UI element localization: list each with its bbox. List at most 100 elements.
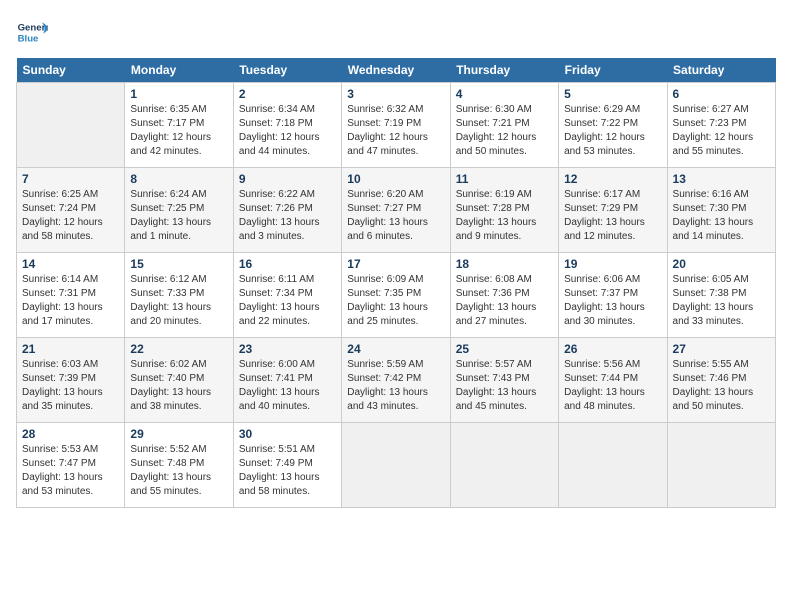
day-info: Sunrise: 6:25 AMSunset: 7:24 PMDaylight:…: [22, 188, 119, 244]
day-info: Sunrise: 5:57 AMSunset: 7:43 PMDaylight:…: [456, 358, 553, 414]
day-number: 17: [347, 257, 444, 271]
day-number: 10: [347, 172, 444, 186]
calendar-week-row: 14 Sunrise: 6:14 AMSunset: 7:31 PMDayligh…: [17, 253, 776, 338]
day-number: 7: [22, 172, 119, 186]
day-info: Sunrise: 5:55 AMSunset: 7:46 PMDaylight:…: [673, 358, 770, 414]
calendar-week-row: 7 Sunrise: 6:25 AMSunset: 7:24 PMDaylight…: [17, 168, 776, 253]
calendar-cell: 20 Sunrise: 6:05 AMSunset: 7:38 PMDayligh…: [667, 253, 775, 338]
day-info: Sunrise: 6:12 AMSunset: 7:33 PMDaylight:…: [130, 273, 227, 329]
day-info: Sunrise: 6:32 AMSunset: 7:19 PMDaylight:…: [347, 103, 444, 159]
day-info: Sunrise: 6:34 AMSunset: 7:18 PMDaylight:…: [239, 103, 336, 159]
logo: General Blue: [16, 16, 52, 48]
day-info: Sunrise: 6:16 AMSunset: 7:30 PMDaylight:…: [673, 188, 770, 244]
calendar-cell: 21 Sunrise: 6:03 AMSunset: 7:39 PMDayligh…: [17, 338, 125, 423]
calendar-cell: [559, 423, 667, 508]
calendar-cell: 9 Sunrise: 6:22 AMSunset: 7:26 PMDaylight…: [233, 168, 341, 253]
day-info: Sunrise: 5:53 AMSunset: 7:47 PMDaylight:…: [22, 443, 119, 499]
calendar-header-row: SundayMondayTuesdayWednesdayThursdayFrid…: [17, 58, 776, 83]
day-info: Sunrise: 6:19 AMSunset: 7:28 PMDaylight:…: [456, 188, 553, 244]
day-info: Sunrise: 6:03 AMSunset: 7:39 PMDaylight:…: [22, 358, 119, 414]
day-of-week-header: Monday: [125, 58, 233, 83]
day-info: Sunrise: 6:17 AMSunset: 7:29 PMDaylight:…: [564, 188, 661, 244]
day-number: 18: [456, 257, 553, 271]
day-number: 3: [347, 87, 444, 101]
day-info: Sunrise: 6:08 AMSunset: 7:36 PMDaylight:…: [456, 273, 553, 329]
page-header: General Blue: [16, 16, 776, 48]
day-number: 21: [22, 342, 119, 356]
day-info: Sunrise: 5:51 AMSunset: 7:49 PMDaylight:…: [239, 443, 336, 499]
calendar-cell: 23 Sunrise: 6:00 AMSunset: 7:41 PMDayligh…: [233, 338, 341, 423]
calendar-cell: 7 Sunrise: 6:25 AMSunset: 7:24 PMDaylight…: [17, 168, 125, 253]
day-number: 27: [673, 342, 770, 356]
day-number: 15: [130, 257, 227, 271]
day-info: Sunrise: 6:11 AMSunset: 7:34 PMDaylight:…: [239, 273, 336, 329]
day-number: 20: [673, 257, 770, 271]
calendar-cell: [17, 83, 125, 168]
day-number: 26: [564, 342, 661, 356]
calendar-cell: 4 Sunrise: 6:30 AMSunset: 7:21 PMDaylight…: [450, 83, 558, 168]
calendar-cell: 1Sunrise: 6:35 AMSunset: 7:17 PMDaylight…: [125, 83, 233, 168]
day-number: 23: [239, 342, 336, 356]
day-of-week-header: Thursday: [450, 58, 558, 83]
day-of-week-header: Friday: [559, 58, 667, 83]
calendar-cell: 26Sunrise: 5:56 AMSunset: 7:44 PMDayligh…: [559, 338, 667, 423]
day-info: Sunrise: 6:00 AMSunset: 7:41 PMDaylight:…: [239, 358, 336, 414]
day-number: 14: [22, 257, 119, 271]
day-number: 11: [456, 172, 553, 186]
calendar-cell: [342, 423, 450, 508]
calendar-cell: 27 Sunrise: 5:55 AMSunset: 7:46 PMDayligh…: [667, 338, 775, 423]
day-number: 4: [456, 87, 553, 101]
calendar-cell: 28 Sunrise: 5:53 AMSunset: 7:47 PMDayligh…: [17, 423, 125, 508]
day-info: Sunrise: 6:22 AMSunset: 7:26 PMDaylight:…: [239, 188, 336, 244]
calendar-week-row: 21 Sunrise: 6:03 AMSunset: 7:39 PMDayligh…: [17, 338, 776, 423]
calendar-cell: 19 Sunrise: 6:06 AMSunset: 7:37 PMDayligh…: [559, 253, 667, 338]
calendar-cell: 29Sunrise: 5:52 AMSunset: 7:48 PMDayligh…: [125, 423, 233, 508]
day-number: 19: [564, 257, 661, 271]
day-number: 2: [239, 87, 336, 101]
day-info: Sunrise: 5:59 AMSunset: 7:42 PMDaylight:…: [347, 358, 444, 414]
day-number: 24: [347, 342, 444, 356]
day-info: Sunrise: 6:20 AMSunset: 7:27 PMDaylight:…: [347, 188, 444, 244]
day-info: Sunrise: 6:35 AMSunset: 7:17 PMDaylight:…: [130, 103, 227, 159]
calendar-cell: 17 Sunrise: 6:09 AMSunset: 7:35 PMDayligh…: [342, 253, 450, 338]
day-number: 8: [130, 172, 227, 186]
calendar-cell: 24 Sunrise: 5:59 AMSunset: 7:42 PMDayligh…: [342, 338, 450, 423]
day-info: Sunrise: 6:29 AMSunset: 7:22 PMDaylight:…: [564, 103, 661, 159]
day-info: Sunrise: 6:02 AMSunset: 7:40 PMDaylight:…: [130, 358, 227, 414]
day-of-week-header: Wednesday: [342, 58, 450, 83]
logo-icon: General Blue: [16, 16, 48, 48]
day-info: Sunrise: 6:24 AMSunset: 7:25 PMDaylight:…: [130, 188, 227, 244]
calendar-cell: 22 Sunrise: 6:02 AMSunset: 7:40 PMDayligh…: [125, 338, 233, 423]
day-number: 9: [239, 172, 336, 186]
calendar-cell: 12 Sunrise: 6:17 AMSunset: 7:29 PMDayligh…: [559, 168, 667, 253]
day-of-week-header: Tuesday: [233, 58, 341, 83]
calendar-cell: 13 Sunrise: 6:16 AMSunset: 7:30 PMDayligh…: [667, 168, 775, 253]
calendar-cell: 3 Sunrise: 6:32 AMSunset: 7:19 PMDaylight…: [342, 83, 450, 168]
calendar-cell: [667, 423, 775, 508]
day-number: 28: [22, 427, 119, 441]
day-info: Sunrise: 6:09 AMSunset: 7:35 PMDaylight:…: [347, 273, 444, 329]
day-info: Sunrise: 6:27 AMSunset: 7:23 PMDaylight:…: [673, 103, 770, 159]
day-info: Sunrise: 6:30 AMSunset: 7:21 PMDaylight:…: [456, 103, 553, 159]
day-number: 25: [456, 342, 553, 356]
calendar-week-row: 1Sunrise: 6:35 AMSunset: 7:17 PMDaylight…: [17, 83, 776, 168]
day-info: Sunrise: 6:06 AMSunset: 7:37 PMDaylight:…: [564, 273, 661, 329]
day-number: 5: [564, 87, 661, 101]
day-of-week-header: Sunday: [17, 58, 125, 83]
calendar-cell: [450, 423, 558, 508]
day-info: Sunrise: 6:14 AMSunset: 7:31 PMDaylight:…: [22, 273, 119, 329]
svg-text:Blue: Blue: [18, 34, 39, 45]
day-number: 30: [239, 427, 336, 441]
calendar-cell: 30 Sunrise: 5:51 AMSunset: 7:49 PMDayligh…: [233, 423, 341, 508]
calendar-cell: 10 Sunrise: 6:20 AMSunset: 7:27 PMDayligh…: [342, 168, 450, 253]
day-number: 12: [564, 172, 661, 186]
day-number: 16: [239, 257, 336, 271]
day-info: Sunrise: 6:05 AMSunset: 7:38 PMDaylight:…: [673, 273, 770, 329]
calendar-week-row: 28 Sunrise: 5:53 AMSunset: 7:47 PMDayligh…: [17, 423, 776, 508]
day-info: Sunrise: 5:52 AMSunset: 7:48 PMDaylight:…: [130, 443, 227, 499]
day-number: 13: [673, 172, 770, 186]
calendar-cell: 18 Sunrise: 6:08 AMSunset: 7:36 PMDayligh…: [450, 253, 558, 338]
calendar-cell: 25 Sunrise: 5:57 AMSunset: 7:43 PMDayligh…: [450, 338, 558, 423]
day-number: 6: [673, 87, 770, 101]
day-number: 22: [130, 342, 227, 356]
